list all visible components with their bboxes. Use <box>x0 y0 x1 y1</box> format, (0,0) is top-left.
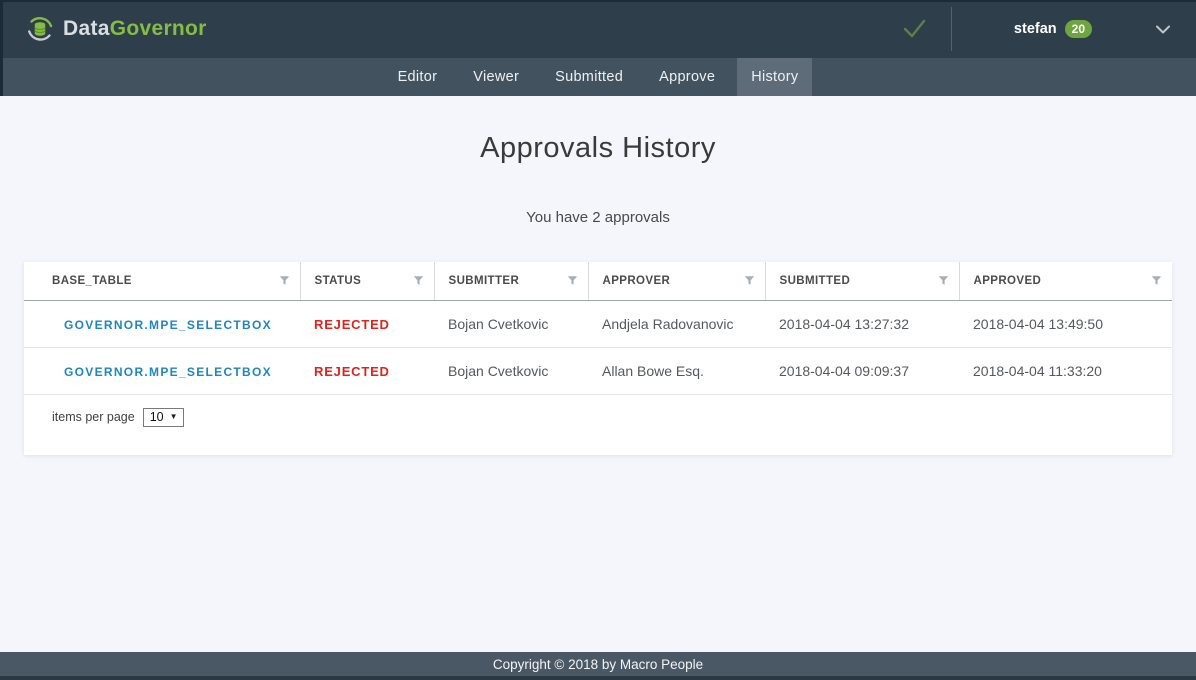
approved-cell: 2018-04-04 13:49:50 <box>959 300 1172 347</box>
user-name: stefan <box>1014 21 1057 37</box>
main-nav: Editor Viewer Submitted Approve History <box>0 58 1196 96</box>
column-label: APPROVED <box>974 275 1042 287</box>
approver-cell: Andjela Radovanovic <box>588 300 765 347</box>
items-per-page-select[interactable]: 10 ▼ <box>143 408 184 427</box>
header-divider <box>951 7 952 51</box>
submitted-cell: 2018-04-04 09:09:37 <box>765 347 959 394</box>
chevron-down-icon[interactable] <box>1156 25 1170 34</box>
brand-name-secondary: Governor <box>110 17 207 40</box>
filter-icon[interactable] <box>744 275 755 286</box>
column-label: SUBMITTER <box>449 275 520 287</box>
approved-cell: 2018-04-04 11:33:20 <box>959 347 1172 394</box>
submitted-cell: 2018-04-04 13:27:32 <box>765 300 959 347</box>
column-label: SUBMITTED <box>780 275 851 287</box>
table-row: GOVERNOR.MPE_SELECTBOX REJECTED Bojan Cv… <box>24 347 1172 394</box>
items-per-page-value: 10 <box>150 410 164 424</box>
copyright-text: Copyright © 2018 by Macro People <box>493 657 703 672</box>
filter-icon[interactable] <box>413 275 424 286</box>
column-label: STATUS <box>315 275 362 287</box>
submitter-cell: Bojan Cvetkovic <box>434 300 588 347</box>
app-header: DataGovernor stefan 20 <box>0 0 1196 58</box>
column-header-submitted[interactable]: SUBMITTED <box>765 262 959 300</box>
approvals-check-icon[interactable] <box>877 14 951 44</box>
filter-icon[interactable] <box>938 275 949 286</box>
brand-name-primary: Data <box>63 17 110 40</box>
window-top-edge <box>0 0 1196 2</box>
brand-name: DataGovernor <box>63 17 207 41</box>
user-menu[interactable]: stefan 20 <box>1014 20 1092 38</box>
user-approvals-badge: 20 <box>1065 20 1092 38</box>
column-header-base-table[interactable]: BASE_TABLE <box>24 262 300 300</box>
items-per-page-label: items per page <box>52 410 135 424</box>
app-footer: Copyright © 2018 by Macro People <box>0 652 1196 676</box>
tab-history[interactable]: History <box>737 58 812 96</box>
approvals-table-card: BASE_TABLE STATUS SUBMITTER APPROVER SUB <box>24 262 1172 455</box>
approver-cell: Allan Bowe Esq. <box>588 347 765 394</box>
datagovernor-logo-icon <box>26 15 54 43</box>
submitter-cell: Bojan Cvetkovic <box>434 347 588 394</box>
pagination-bar: items per page 10 ▼ <box>24 395 1172 427</box>
page-title: Approvals History <box>0 132 1196 165</box>
base-table-link[interactable]: GOVERNOR.MPE_SELECTBOX <box>64 365 272 379</box>
approvals-table: BASE_TABLE STATUS SUBMITTER APPROVER SUB <box>24 262 1172 395</box>
filter-icon[interactable] <box>279 275 290 286</box>
column-header-approved[interactable]: APPROVED <box>959 262 1172 300</box>
window-left-edge <box>0 0 3 96</box>
tab-submitted[interactable]: Submitted <box>541 58 637 96</box>
table-header-row: BASE_TABLE STATUS SUBMITTER APPROVER SUB <box>24 262 1172 300</box>
filter-icon[interactable] <box>1151 275 1162 286</box>
window-bottom-edge <box>0 676 1196 680</box>
filter-icon[interactable] <box>567 275 578 286</box>
base-table-link[interactable]: GOVERNOR.MPE_SELECTBOX <box>64 318 272 332</box>
main-content: Approvals History You have 2 approvals B… <box>0 96 1196 652</box>
column-header-status[interactable]: STATUS <box>300 262 434 300</box>
tab-editor[interactable]: Editor <box>384 58 452 96</box>
column-label: APPROVER <box>603 275 671 287</box>
tab-approve[interactable]: Approve <box>645 58 729 96</box>
column-header-approver[interactable]: APPROVER <box>588 262 765 300</box>
app-root: DataGovernor stefan 20 Editor Viewer Sub… <box>0 0 1196 680</box>
select-arrow-icon: ▼ <box>170 412 178 421</box>
brand-logo[interactable]: DataGovernor <box>26 15 207 43</box>
status-badge: REJECTED <box>314 364 390 379</box>
table-row: GOVERNOR.MPE_SELECTBOX REJECTED Bojan Cv… <box>24 300 1172 347</box>
column-header-submitter[interactable]: SUBMITTER <box>434 262 588 300</box>
header-right: stefan 20 <box>877 0 1170 58</box>
tab-viewer[interactable]: Viewer <box>459 58 533 96</box>
status-badge: REJECTED <box>314 317 390 332</box>
approvals-count-text: You have 2 approvals <box>0 209 1196 226</box>
column-label: BASE_TABLE <box>52 275 132 287</box>
